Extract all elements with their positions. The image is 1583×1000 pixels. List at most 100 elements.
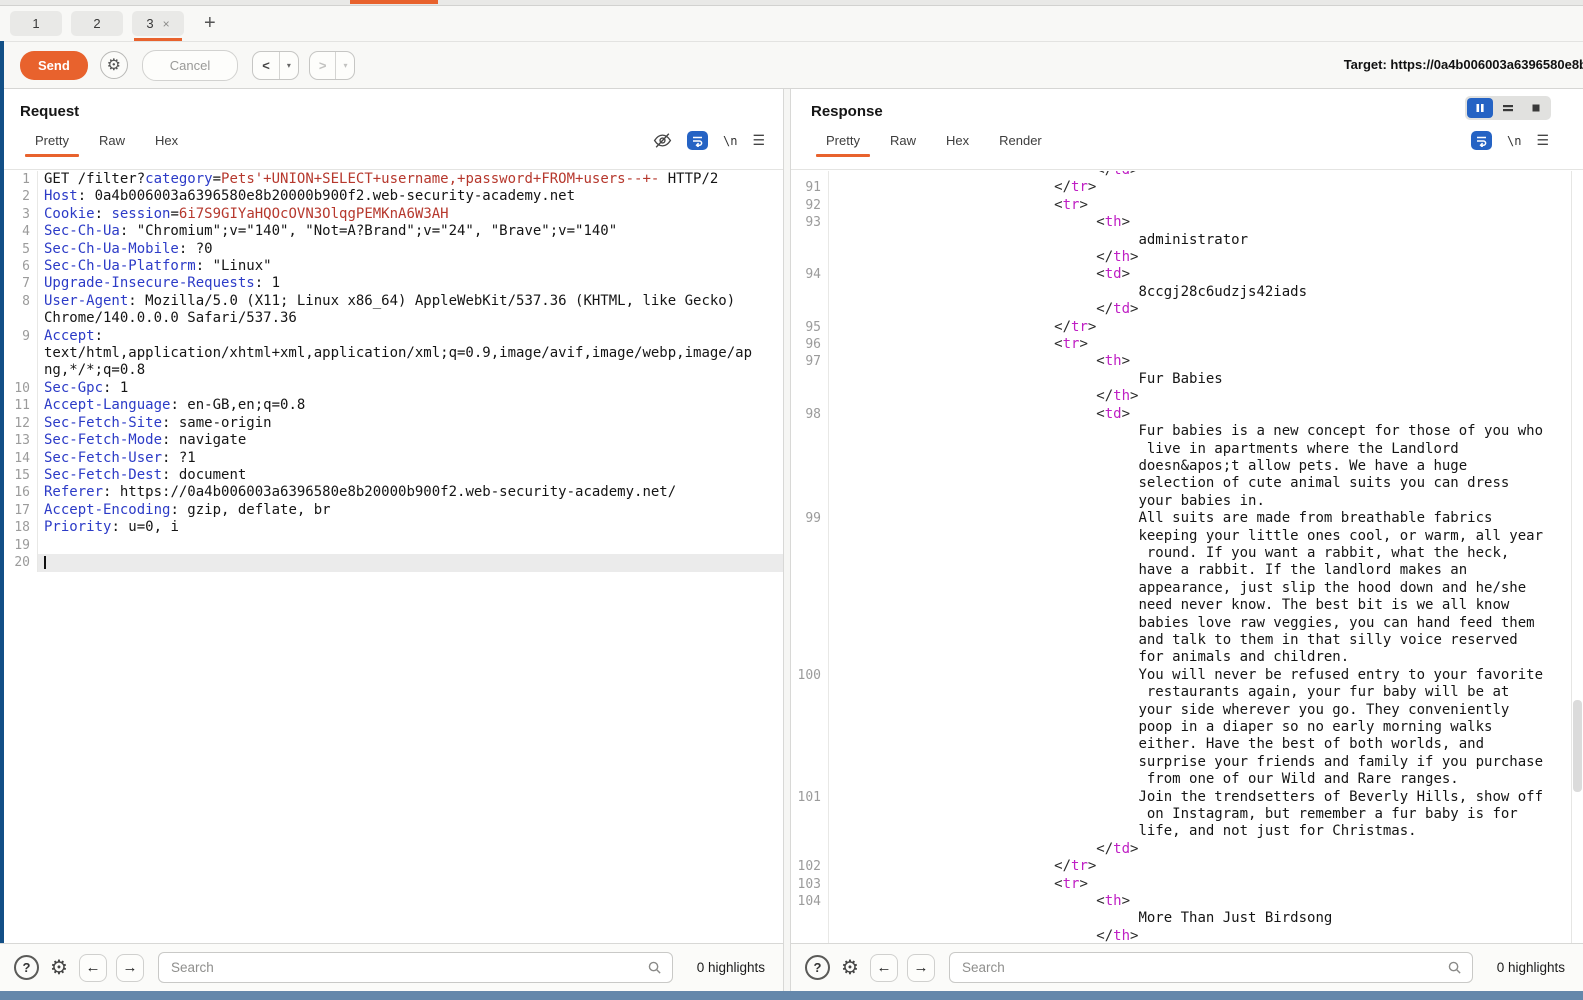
response-editor[interactable]: </td>91 </tr>92 <tr>93 <th> administrato… xyxy=(791,171,1583,943)
line-content: </td> xyxy=(829,841,1583,858)
line-number xyxy=(791,423,829,440)
code-line: 18Priority: u=0, i xyxy=(0,519,783,536)
line-content: appearance, just slip the hood down and … xyxy=(829,580,1583,597)
line-number xyxy=(791,736,829,753)
line-content: from one of our Wild and Rare ranges. xyxy=(829,771,1583,788)
pause-updates-button[interactable] xyxy=(1467,98,1493,118)
code-line: 98 <td> xyxy=(791,406,1583,423)
next-match-button[interactable]: → xyxy=(907,954,935,982)
request-title: Request xyxy=(20,103,783,120)
request-header: Request Pretty Raw Hex \n ☰ xyxy=(0,89,783,170)
left-edge-strip xyxy=(0,41,4,943)
code-line: text/html,application/xhtml+xml,applicat… xyxy=(0,345,783,362)
panel-divider[interactable] xyxy=(783,89,791,991)
forward-history-button[interactable]: > ▾ xyxy=(309,51,356,80)
line-content: Join the trendsetters of Beverly Hills, … xyxy=(829,789,1583,806)
prev-match-button[interactable]: ← xyxy=(870,954,898,982)
send-settings-button[interactable]: ⚙ xyxy=(100,51,128,79)
line-number: 99 xyxy=(791,510,829,527)
maximize-view-button[interactable] xyxy=(1523,98,1549,118)
line-number: 20 xyxy=(0,554,38,572)
code-line: your side wherever you go. They convenie… xyxy=(791,702,1583,719)
code-line: 4Sec-Ch-Ua: "Chromium";v="140", "Not=A?B… xyxy=(0,223,783,240)
line-number xyxy=(791,719,829,736)
response-scrollbar[interactable] xyxy=(1573,700,1582,792)
code-line: 13Sec-Fetch-Mode: navigate xyxy=(0,432,783,449)
line-content: Host: 0a4b006003a6396580e8b20000b900f2.w… xyxy=(38,188,783,205)
code-line: 99 All suits are made from breathable fa… xyxy=(791,510,1583,527)
soft-wrap-icon[interactable] xyxy=(687,131,708,150)
request-tab-hex[interactable]: Hex xyxy=(140,129,193,157)
line-content: <th> xyxy=(829,893,1583,910)
line-content: <td> xyxy=(829,406,1583,423)
send-button[interactable]: Send xyxy=(20,51,88,80)
search-settings-icon[interactable]: ⚙ xyxy=(50,958,68,978)
code-line: 14Sec-Fetch-User: ?1 xyxy=(0,450,783,467)
line-content: keeping your little ones cool, or warm, … xyxy=(829,528,1583,545)
line-number: 6 xyxy=(0,258,38,275)
response-subtabs: Pretty Raw Hex Render \n ☰ xyxy=(811,129,1583,157)
next-match-button[interactable]: → xyxy=(116,954,144,982)
repeater-tab-2[interactable]: 2 xyxy=(71,11,123,36)
back-arrow-icon: < xyxy=(253,58,279,73)
search-input[interactable] xyxy=(960,959,1447,976)
code-line: </th> xyxy=(791,928,1583,943)
line-number: 94 xyxy=(791,266,829,283)
chevron-down-icon[interactable]: ▾ xyxy=(279,52,298,79)
line-number: 19 xyxy=(0,537,38,554)
request-tab-pretty[interactable]: Pretty xyxy=(20,129,84,157)
back-history-button[interactable]: < ▾ xyxy=(252,51,299,80)
line-content: Sec-Fetch-Site: same-origin xyxy=(38,415,783,432)
line-number: 18 xyxy=(0,519,38,536)
editor-menu-icon[interactable]: ☰ xyxy=(1536,132,1549,149)
split-view-button[interactable] xyxy=(1495,98,1521,118)
response-tab-hex[interactable]: Hex xyxy=(931,129,984,157)
line-content: </tr> xyxy=(829,319,1583,336)
hide-nonprintable-icon[interactable] xyxy=(653,132,672,149)
request-tab-raw[interactable]: Raw xyxy=(84,129,140,157)
close-icon[interactable]: × xyxy=(163,17,170,31)
question-icon: ? xyxy=(814,960,822,975)
line-number xyxy=(791,528,829,545)
line-number xyxy=(791,458,829,475)
code-line: 19 xyxy=(0,537,783,554)
line-content: Sec-Fetch-User: ?1 xyxy=(38,450,783,467)
repeater-tab-3[interactable]: 3× xyxy=(132,11,184,36)
target-value: https://0a4b006003a6396580e8b xyxy=(1390,57,1583,72)
response-tab-render[interactable]: Render xyxy=(984,129,1057,157)
editor-menu-icon[interactable]: ☰ xyxy=(752,132,765,149)
code-line: 15Sec-Fetch-Dest: document xyxy=(0,467,783,484)
cancel-button[interactable]: Cancel xyxy=(142,50,238,81)
response-tab-raw[interactable]: Raw xyxy=(875,129,931,157)
new-tab-button[interactable]: + xyxy=(198,12,222,35)
line-content: your babies in. xyxy=(829,493,1583,510)
request-editor[interactable]: 1GET /filter?category=Pets'+UNION+SELECT… xyxy=(0,171,783,943)
request-subtabs: Pretty Raw Hex \n ☰ xyxy=(20,129,783,157)
code-line: ng,*/*;q=0.8 xyxy=(0,362,783,379)
line-content: Fur Babies xyxy=(829,371,1583,388)
response-search-bar: ? ⚙ ← → 0 highlights xyxy=(791,943,1583,991)
response-tab-pretty[interactable]: Pretty xyxy=(811,129,875,157)
response-panel: Response Pretty Raw Hex Render \n ☰ xyxy=(791,89,1583,991)
line-content: poop in a diaper so no early morning wal… xyxy=(829,719,1583,736)
code-line: 94 <td> xyxy=(791,266,1583,283)
code-line: 2Host: 0a4b006003a6396580e8b20000b900f2.… xyxy=(0,188,783,205)
newline-marker-icon[interactable]: \n xyxy=(1507,134,1521,148)
line-content: need never know. The best bit is we all … xyxy=(829,597,1583,614)
newline-marker-icon[interactable]: \n xyxy=(723,134,737,148)
search-input[interactable] xyxy=(169,959,647,976)
line-content: either. Have the best of both worlds, an… xyxy=(829,736,1583,753)
prev-match-button[interactable]: ← xyxy=(79,954,107,982)
line-number xyxy=(791,284,829,301)
line-number xyxy=(791,301,829,318)
line-number xyxy=(791,806,829,823)
code-line: Fur Babies xyxy=(791,371,1583,388)
help-button[interactable]: ? xyxy=(805,955,830,980)
line-number: 5 xyxy=(0,241,38,258)
code-line: 93 <th> xyxy=(791,214,1583,231)
line-number xyxy=(791,545,829,562)
soft-wrap-icon[interactable] xyxy=(1471,131,1492,150)
search-settings-icon[interactable]: ⚙ xyxy=(841,958,859,978)
repeater-tab-1[interactable]: 1 xyxy=(10,11,62,36)
help-button[interactable]: ? xyxy=(14,955,39,980)
